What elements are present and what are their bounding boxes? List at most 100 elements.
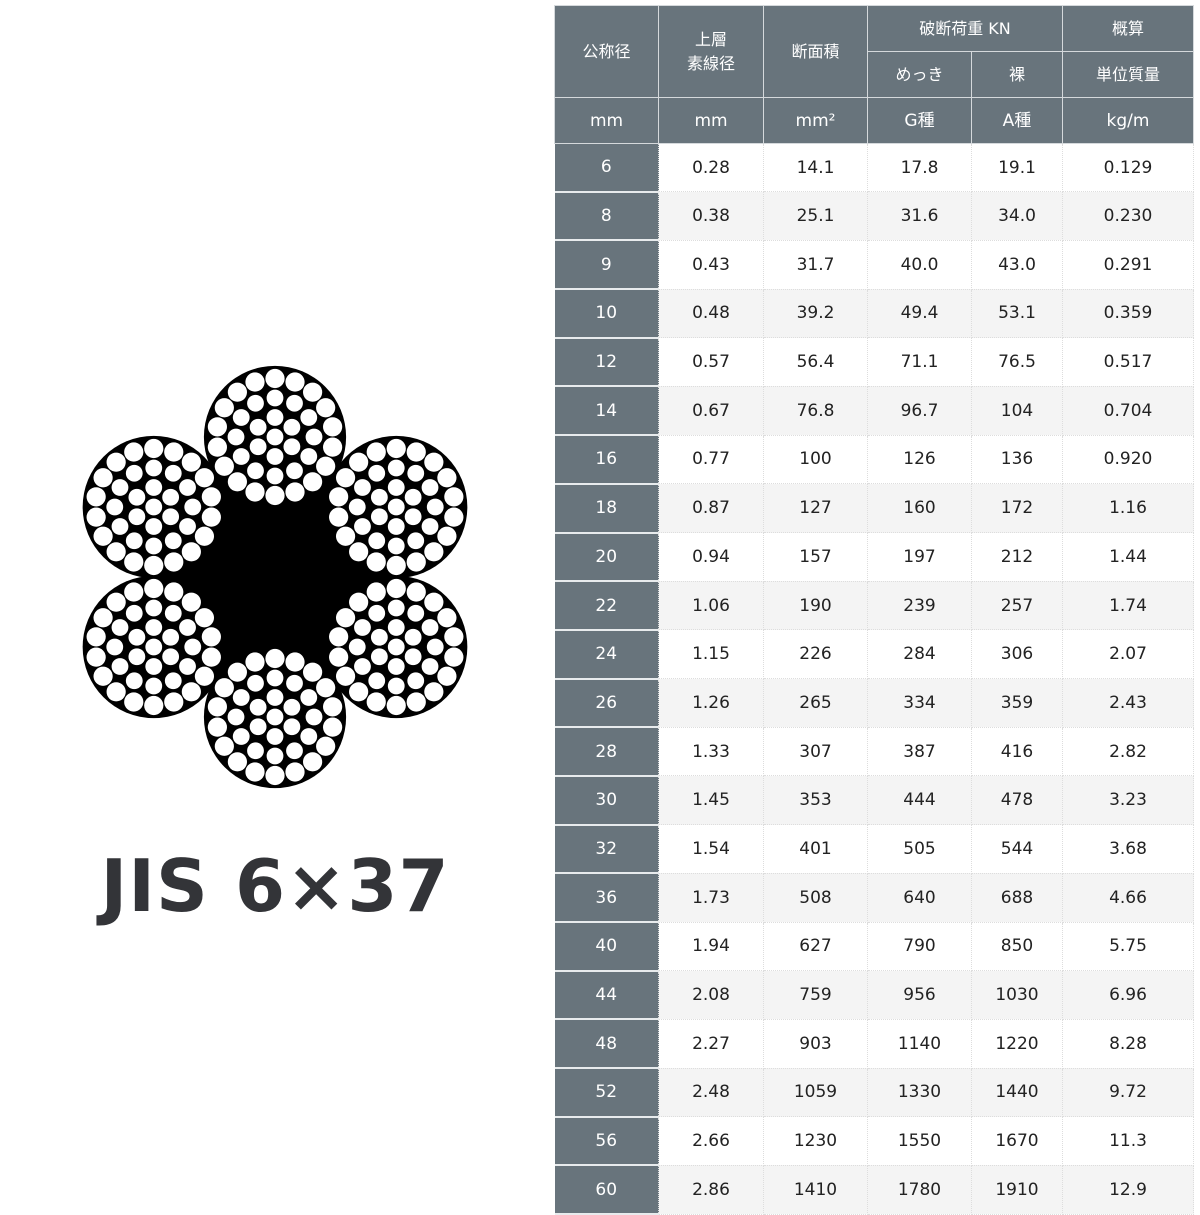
- wire: [349, 592, 369, 612]
- cell-cross-section: 508: [763, 872, 868, 923]
- wire: [421, 658, 439, 675]
- wire: [207, 697, 227, 717]
- strand: [325, 435, 468, 579]
- cell-cross-section: 627: [763, 921, 868, 972]
- wire: [348, 498, 366, 516]
- cell-outer-wire-diameter: 1.73: [658, 872, 764, 923]
- cell-cross-section: 307: [763, 726, 868, 777]
- wire: [266, 448, 284, 465]
- wire: [184, 498, 202, 516]
- cell-outer-wire-diameter: 1.26: [658, 678, 764, 728]
- strand: [203, 645, 347, 789]
- wire: [111, 479, 129, 496]
- wire: [207, 437, 227, 457]
- wire: [184, 638, 202, 656]
- header-outer-wire-diameter: 上層 素線径: [658, 5, 764, 98]
- wire: [426, 498, 444, 516]
- wire: [144, 578, 164, 599]
- wire: [247, 462, 264, 480]
- wire: [93, 526, 113, 546]
- cell-unit-mass: 0.291: [1062, 239, 1194, 290]
- wire: [368, 532, 386, 550]
- spec-table: 公称径 上層 素線径 断面積 破断荷重 KN 概算 めっき 裸 単位質量 mm …: [554, 5, 1194, 1215]
- cell-cross-section: 226: [763, 629, 868, 680]
- wire: [424, 592, 444, 612]
- wire: [366, 552, 386, 572]
- wire: [386, 438, 406, 459]
- table-row: 24 1.15 226 284 306 2.07: [554, 629, 1194, 680]
- wire: [247, 674, 264, 692]
- wire: [162, 488, 180, 506]
- cell-outer-wire-diameter: 1.94: [658, 921, 764, 972]
- wire: [329, 487, 349, 507]
- cell-unit-mass: 11.3: [1062, 1116, 1194, 1166]
- wire: [245, 652, 265, 672]
- wire: [354, 518, 371, 535]
- wire: [444, 627, 464, 647]
- wire: [386, 578, 406, 599]
- unit-cell: mm: [554, 97, 659, 144]
- wire: [316, 736, 336, 756]
- cell-nominal-diameter: 12: [554, 337, 659, 388]
- cell-breaking-load-g: 1330: [867, 1067, 972, 1118]
- wire: [407, 672, 425, 690]
- wire: [329, 627, 349, 647]
- wire: [179, 619, 196, 636]
- wire: [106, 682, 126, 702]
- wire: [164, 532, 182, 550]
- table-row: 14 0.67 76.8 96.7 104 0.704: [554, 385, 1194, 437]
- cell-breaking-load-a: 478: [971, 775, 1063, 826]
- wire: [86, 627, 106, 647]
- wire: [111, 518, 129, 535]
- wire: [387, 479, 405, 496]
- cell-cross-section: 353: [763, 775, 868, 826]
- table-row: 18 0.87 127 160 172 1.16: [554, 483, 1194, 534]
- cell-unit-mass: 1.16: [1062, 483, 1194, 533]
- cell-unit-mass: 0.230: [1062, 191, 1194, 241]
- wire: [407, 532, 425, 550]
- cell-unit-mass: 1.44: [1062, 532, 1194, 582]
- cell-nominal-diameter: 14: [554, 386, 659, 437]
- wire: [125, 672, 143, 690]
- table-row: 6 0.28 14.1 17.8 19.1 0.129: [554, 142, 1194, 193]
- wire: [366, 582, 386, 602]
- cell-unit-mass: 0.359: [1062, 288, 1194, 339]
- wire: [111, 619, 129, 636]
- wire: [349, 682, 369, 702]
- strand: [82, 435, 225, 579]
- cell-breaking-load-a: 43.0: [971, 239, 1063, 290]
- wire: [145, 518, 163, 535]
- cell-outer-wire-diameter: 1.33: [658, 726, 764, 777]
- wire: [145, 537, 163, 555]
- wire: [245, 372, 265, 392]
- wire: [93, 468, 113, 488]
- cell-nominal-diameter: 16: [554, 435, 659, 485]
- wire: [145, 459, 163, 477]
- wire: [124, 582, 144, 602]
- wire: [286, 742, 303, 760]
- cell-nominal-diameter: 26: [554, 678, 659, 729]
- cell-unit-mass: 0.129: [1062, 142, 1194, 193]
- wire: [266, 409, 284, 426]
- wire: [144, 438, 164, 459]
- wire: [194, 526, 215, 546]
- cell-nominal-diameter: 30: [554, 775, 659, 826]
- wire: [106, 542, 126, 562]
- wire: [444, 487, 464, 507]
- wire: [164, 552, 184, 572]
- cell-unit-mass: 0.920: [1062, 434, 1194, 485]
- cell-breaking-load-a: 76.5: [971, 337, 1063, 387]
- cell-unit-mass: 4.66: [1062, 872, 1194, 923]
- cell-cross-section: 157: [763, 532, 868, 582]
- cell-outer-wire-diameter: 1.54: [658, 824, 764, 874]
- wire: [145, 479, 163, 496]
- unit-cell: A種: [971, 97, 1063, 144]
- cell-outer-wire-diameter: 0.94: [658, 532, 764, 582]
- cell-breaking-load-a: 359: [971, 678, 1063, 728]
- table-row: 44 2.08 759 956 1030 6.96: [554, 970, 1194, 1021]
- header-row: 公称径 上層 素線径 断面積 破断荷重 KN 概算: [554, 5, 1194, 98]
- wire: [128, 508, 146, 526]
- cell-unit-mass: 2.43: [1062, 678, 1194, 728]
- cell-cross-section: 39.2: [763, 288, 868, 339]
- wire: [227, 472, 247, 492]
